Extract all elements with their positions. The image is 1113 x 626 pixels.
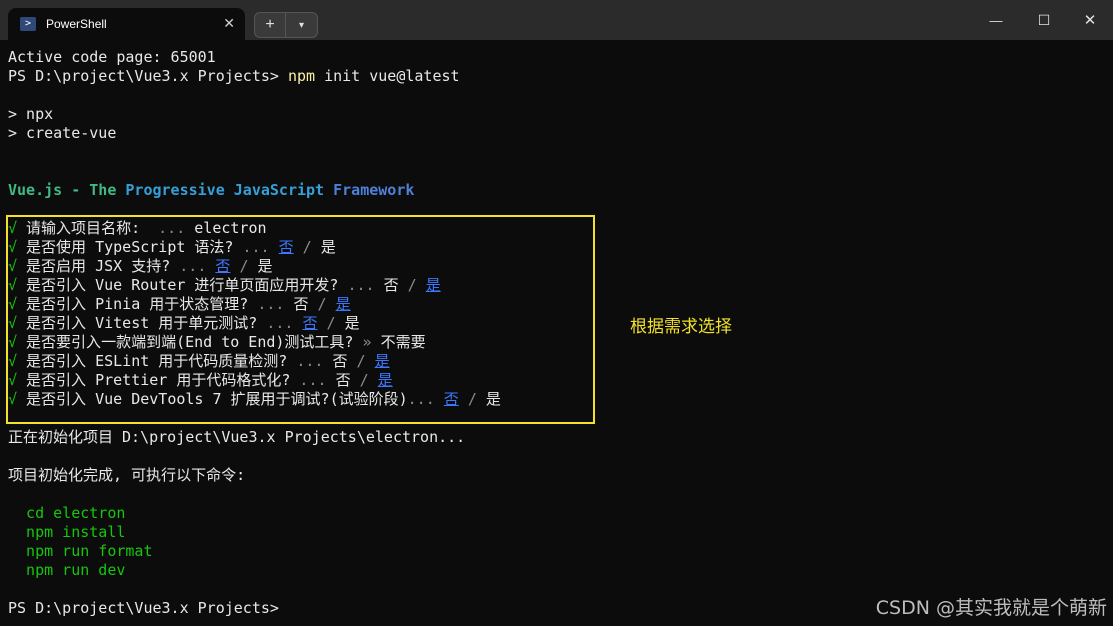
banner-vue: Vue.js — [8, 181, 63, 199]
maximize-button[interactable]: ☐ — [1029, 10, 1059, 30]
banner-the: The — [89, 181, 117, 199]
minimize-button[interactable]: — — [981, 10, 1011, 30]
cmd-format: npm run format — [8, 542, 153, 560]
close-tab-icon[interactable]: ✕ — [223, 15, 235, 32]
prompt-line: PS D:\project\Vue3.x Projects> npm init … — [8, 67, 460, 86]
vue-banner: Vue.js - The Progressive JavaScript Fram… — [8, 181, 414, 200]
banner-javascript: JavaScript — [233, 181, 325, 199]
create-vue-line: > create-vue — [8, 124, 117, 142]
command-npm: npm — [287, 67, 316, 85]
annotation-label: 根据需求选择 — [630, 317, 732, 337]
command-args: init vue@latest — [315, 67, 460, 85]
npx-line: > npx — [8, 105, 54, 123]
highlight-box — [6, 215, 595, 424]
prompt: PS D:\project\Vue3.x Projects> — [8, 67, 288, 85]
cmd-install: npm install — [8, 523, 126, 541]
banner-progressive: Progressive — [125, 181, 225, 199]
init-line: 正在初始化项目 D:\project\Vue3.x Projects\elect… — [8, 428, 466, 446]
cmd-dev: npm run dev — [8, 561, 126, 579]
tab-title: PowerShell — [46, 17, 107, 31]
new-tab-button[interactable]: + — [255, 13, 286, 37]
watermark: CSDN @其实我就是个萌新 — [875, 597, 1107, 619]
cmd-cd: cd electron — [8, 504, 126, 522]
banner-framework: Framework — [333, 181, 415, 199]
prompt-line-final[interactable]: PS D:\project\Vue3.x Projects> — [8, 599, 279, 618]
title-bar: > PowerShell ✕ + ▾ — ☐ ✕ — [0, 0, 1113, 40]
code-page-line: Active code page: 65001 — [8, 48, 216, 66]
tab-powershell[interactable]: > PowerShell ✕ — [8, 8, 245, 40]
close-window-button[interactable]: ✕ — [1075, 10, 1105, 30]
done-line: 项目初始化完成, 可执行以下命令: — [8, 466, 246, 484]
banner-dash: - — [62, 181, 90, 199]
new-tab-group: + ▾ — [254, 12, 318, 38]
chevron-down-icon[interactable]: ▾ — [286, 13, 317, 37]
powershell-icon: > — [20, 17, 36, 31]
